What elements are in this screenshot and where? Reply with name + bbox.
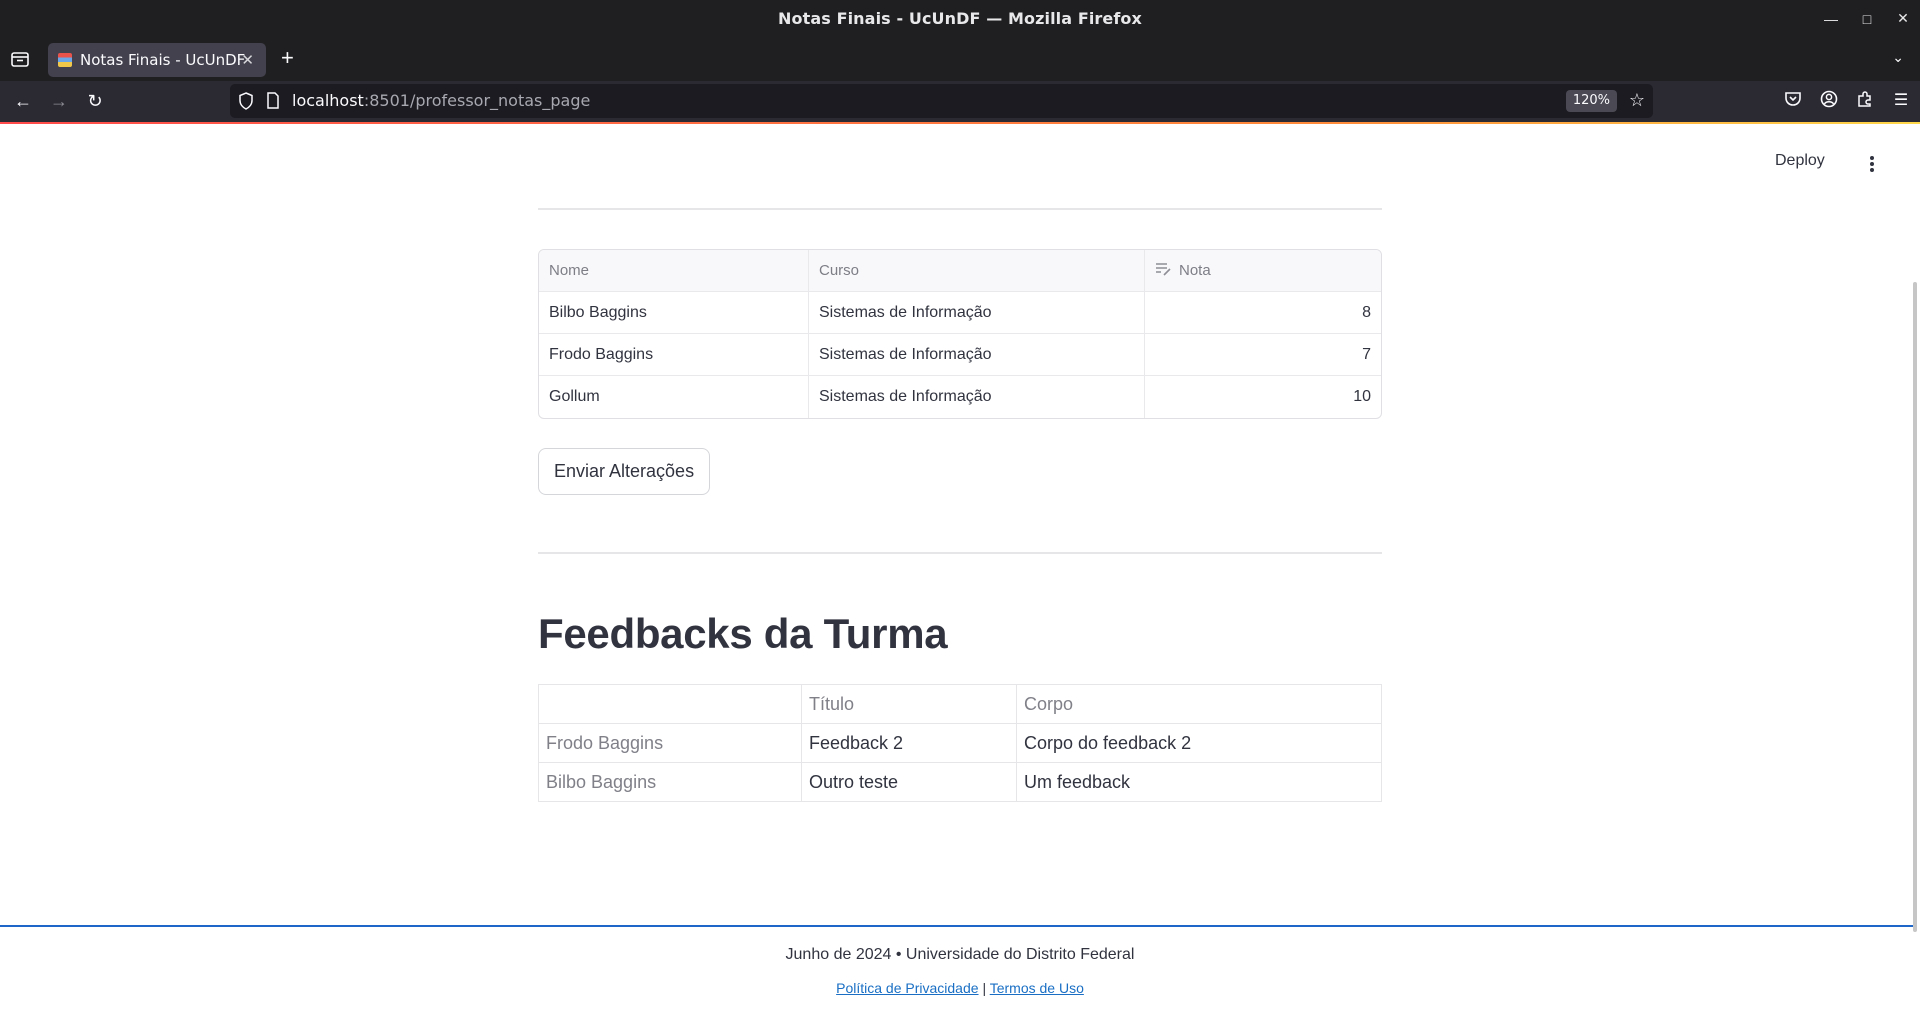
cell-titulo: Outro teste (801, 762, 1017, 802)
shield-icon[interactable] (238, 92, 254, 115)
main-menu-icon[interactable] (1867, 154, 1877, 174)
list-all-tabs-icon[interactable]: ⌄ (1892, 49, 1904, 66)
minimize-icon[interactable]: — (1824, 11, 1838, 27)
page-info-icon[interactable] (266, 92, 280, 115)
table-row: Gollum Sistemas de Informação 10 (539, 376, 1381, 418)
account-icon[interactable] (1818, 90, 1840, 112)
tab-close-icon[interactable]: ✕ (241, 51, 254, 69)
tab-active[interactable]: Notas Finais - UcUnDF ✕ (48, 43, 266, 77)
editable-column-icon (1155, 262, 1171, 280)
feedback-table: Título Corpo Frodo Baggins Feedback 2 Co… (538, 684, 1382, 802)
column-header-corpo: Corpo (1016, 684, 1382, 724)
table-row: Frodo Baggins Sistemas de Informação 7 (539, 334, 1381, 376)
tab-title: Notas Finais - UcUnDF (80, 51, 246, 69)
new-tab-icon[interactable]: + (281, 45, 294, 71)
cell-nota[interactable]: 8 (1145, 292, 1381, 333)
divider (538, 208, 1382, 210)
bookmark-star-icon[interactable]: ☆ (1629, 90, 1645, 111)
favicon-icon (58, 53, 72, 67)
terms-of-use-link[interactable]: Termos de Uso (990, 980, 1084, 996)
feedback-header-row: Título Corpo (538, 684, 1382, 724)
window-controls: — □ ✕ (1824, 0, 1910, 37)
url-path: :8501/professor_notas_page (363, 91, 591, 110)
column-header-curso[interactable]: Curso (809, 250, 1145, 291)
column-header-nome[interactable]: Nome (539, 250, 809, 291)
grades-header-row: Nome Curso Nota (539, 250, 1381, 292)
close-icon[interactable]: ✕ (1896, 10, 1910, 27)
cell-nota[interactable]: 7 (1145, 334, 1381, 375)
extensions-icon[interactable] (1854, 90, 1876, 112)
window-title: Notas Finais - UcUnDF — Mozilla Firefox (778, 9, 1142, 28)
column-header-nota-label: Nota (1179, 262, 1211, 279)
cell-curso[interactable]: Sistemas de Informação (809, 292, 1145, 333)
footer-separator: | (982, 980, 987, 996)
footer-divider (0, 925, 1913, 927)
row-index: Frodo Baggins (538, 723, 802, 763)
privacy-policy-link[interactable]: Política de Privacidade (836, 980, 978, 996)
toolbar-right: ☰ (1782, 90, 1912, 112)
reload-icon[interactable]: ↻ (84, 90, 106, 112)
forward-arrow-icon[interactable]: → (48, 90, 70, 112)
tab-bar: Notas Finais - UcUnDF ✕ + ⌄ (0, 37, 1920, 81)
url-bar[interactable]: localhost:8501/professor_notas_page 120%… (230, 84, 1653, 118)
table-row: Bilbo Baggins Sistemas de Informação 8 (539, 292, 1381, 334)
back-arrow-icon[interactable]: ← (12, 90, 34, 112)
cell-titulo: Feedback 2 (801, 723, 1017, 763)
row-index: Bilbo Baggins (538, 762, 802, 802)
pocket-icon[interactable] (1782, 90, 1804, 112)
cell-nota[interactable]: 10 (1145, 376, 1381, 418)
deploy-button[interactable]: Deploy (1775, 152, 1825, 170)
table-row: Frodo Baggins Feedback 2 Corpo do feedba… (538, 723, 1382, 763)
grades-data-editor[interactable]: Nome Curso Nota Bilbo Baggins Sistemas d… (538, 249, 1382, 419)
column-header-titulo: Título (801, 684, 1017, 724)
zoom-badge[interactable]: 120% (1565, 90, 1617, 112)
url-host: localhost (292, 91, 364, 110)
page-top-accent (0, 122, 1920, 124)
window-titlebar: Notas Finais - UcUnDF — Mozilla Firefox … (0, 0, 1920, 37)
footer-links: Política de Privacidade | Termos de Uso (0, 980, 1920, 996)
submit-changes-button[interactable]: Enviar Alterações (538, 448, 711, 495)
index-header (538, 684, 802, 724)
cell-nome[interactable]: Bilbo Baggins (539, 292, 809, 333)
url-text: localhost:8501/professor_notas_page (292, 91, 590, 110)
section-heading: Feedbacks da Turma (538, 610, 948, 657)
cell-corpo: Um feedback (1016, 762, 1382, 802)
column-header-nota[interactable]: Nota (1145, 250, 1381, 291)
maximize-icon[interactable]: □ (1860, 11, 1874, 27)
navigation-bar: ← → ↻ localhost:8501/professor_notas_pag… (0, 81, 1920, 122)
cell-curso[interactable]: Sistemas de Informação (809, 334, 1145, 375)
divider (538, 552, 1382, 554)
cell-corpo: Corpo do feedback 2 (1016, 723, 1382, 763)
page-scrollbar[interactable] (1913, 282, 1917, 932)
footer-text: Junho de 2024 • Universidade do Distrito… (785, 946, 1135, 963)
cell-nome[interactable]: Gollum (539, 376, 809, 418)
menu-icon[interactable]: ☰ (1890, 90, 1912, 112)
table-row: Bilbo Baggins Outro teste Um feedback (538, 762, 1382, 802)
firefox-view-icon[interactable] (10, 49, 30, 69)
cell-nome[interactable]: Frodo Baggins (539, 334, 809, 375)
cell-curso[interactable]: Sistemas de Informação (809, 376, 1145, 418)
